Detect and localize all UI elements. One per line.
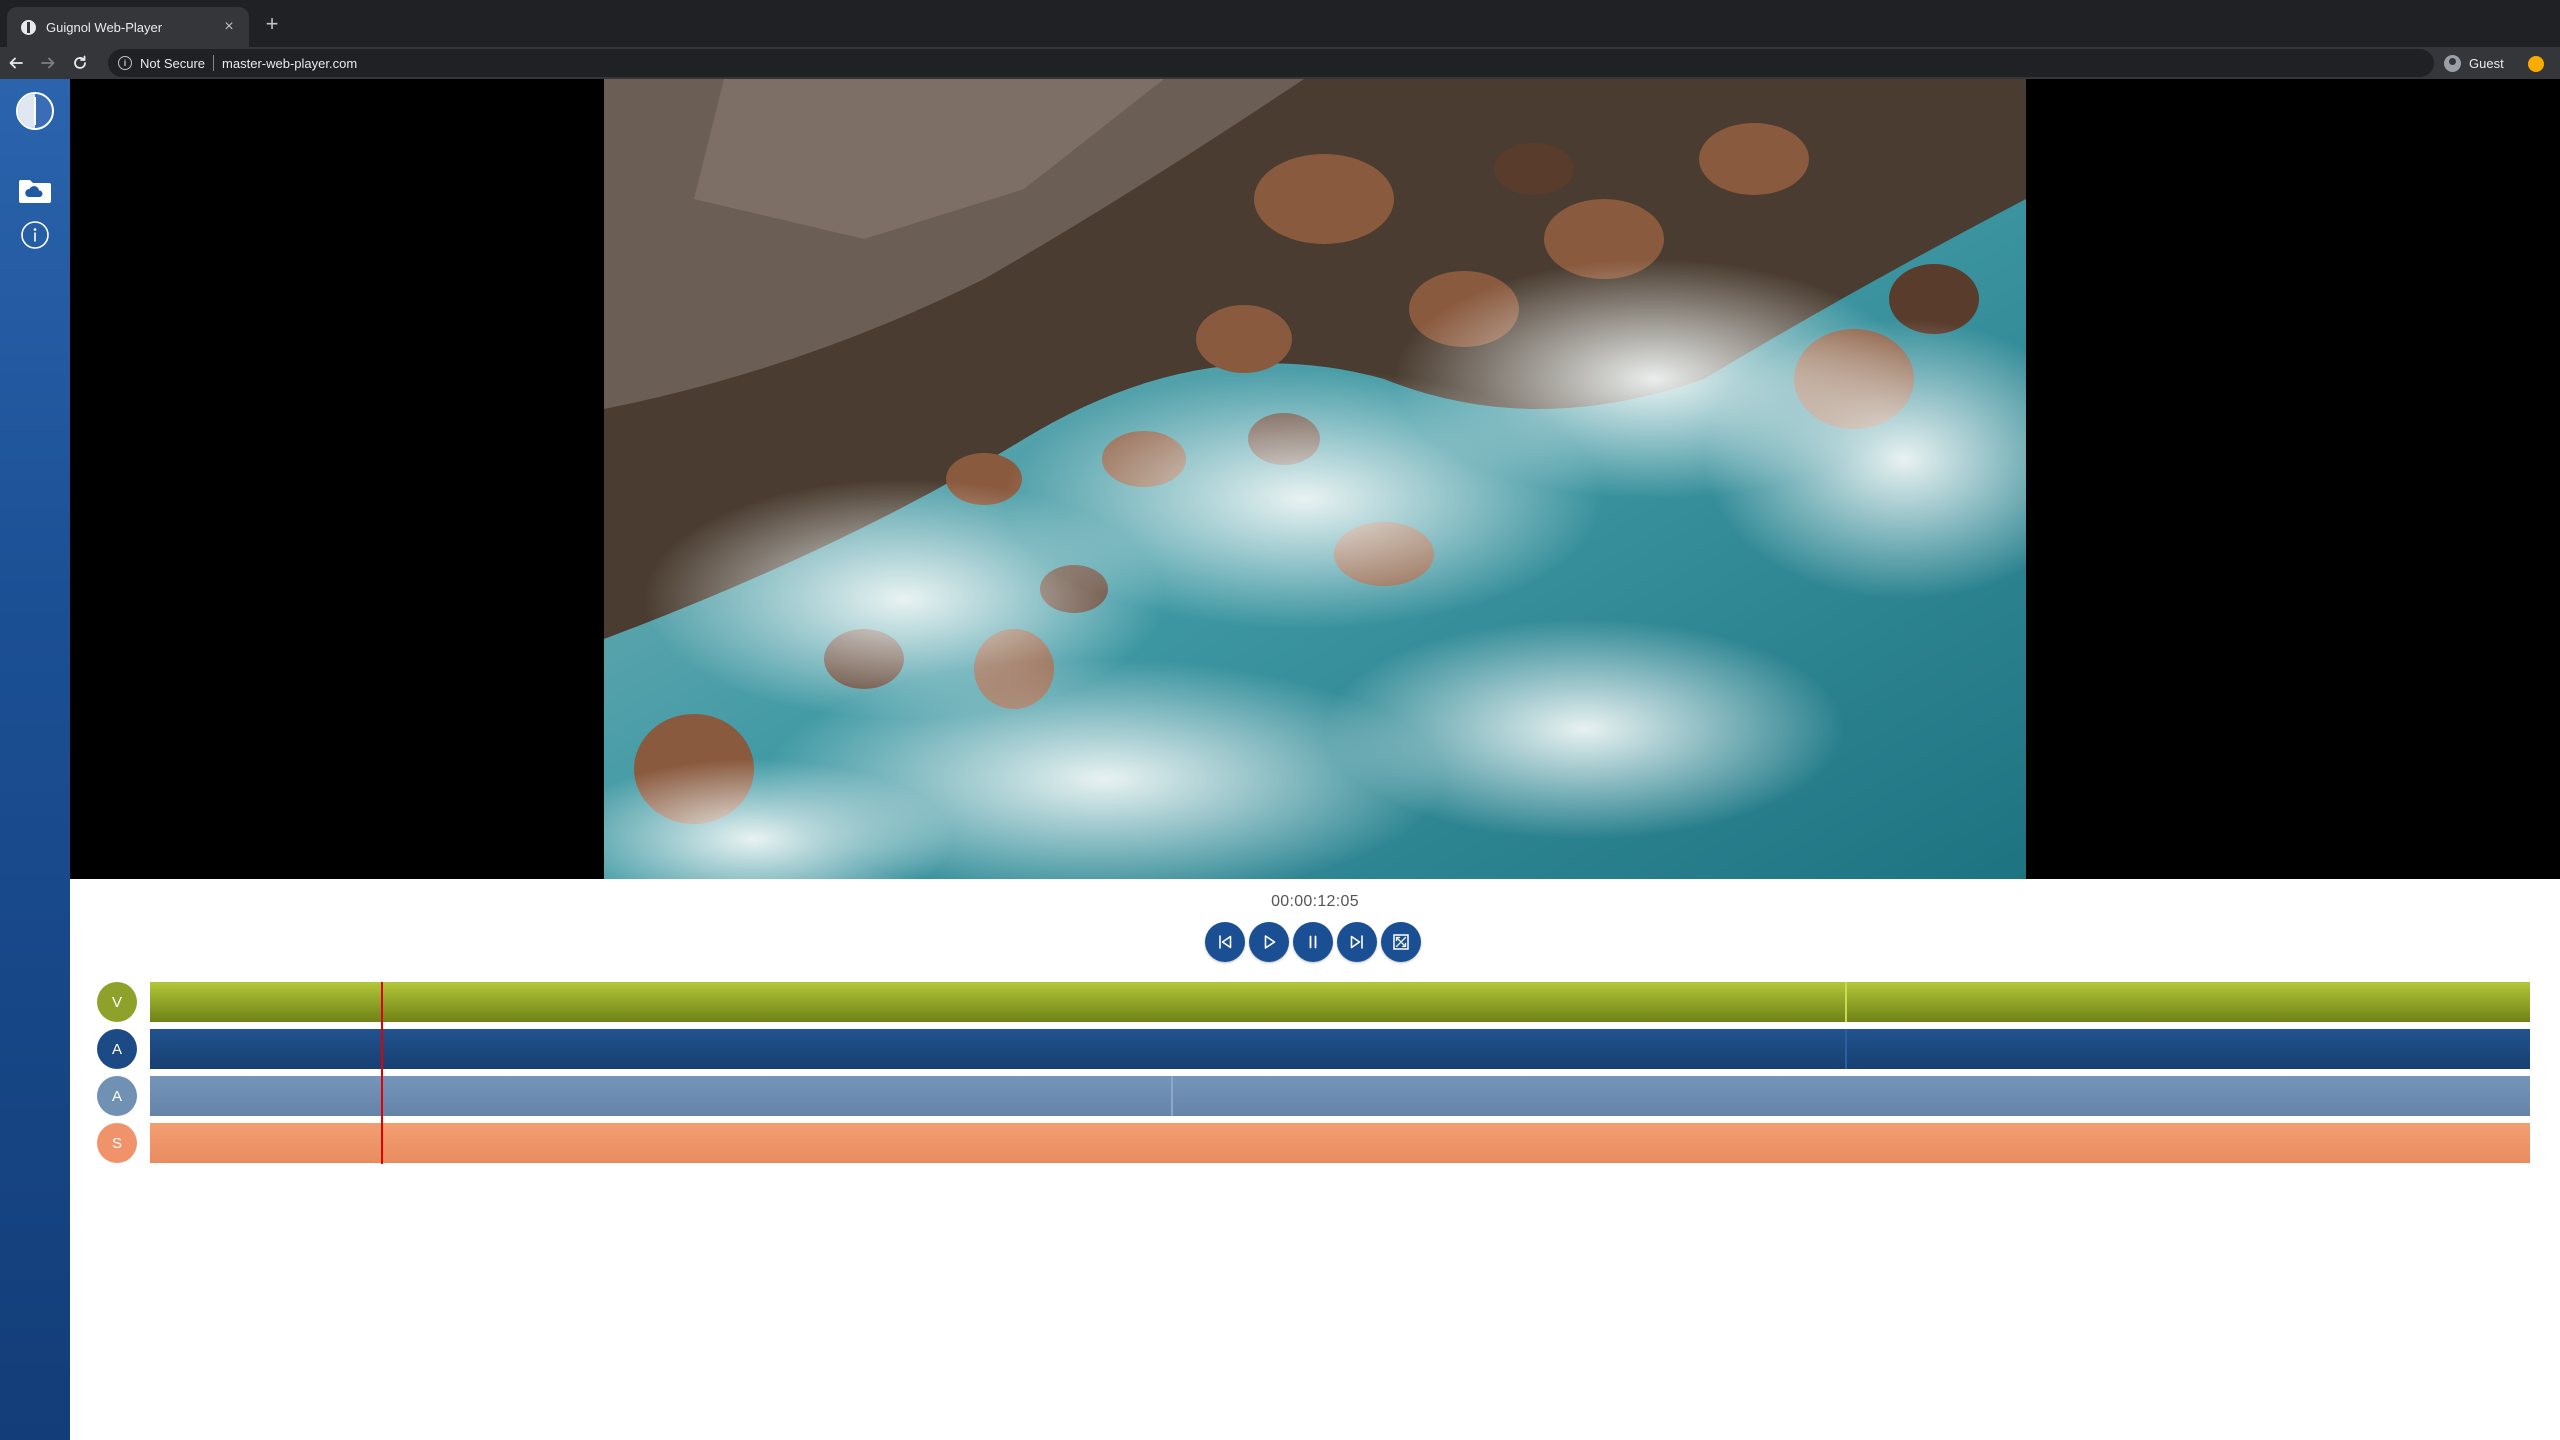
browser-tabstrip: Guignol Web-Player × + xyxy=(0,0,2560,47)
profile-avatar-icon xyxy=(2444,54,2461,72)
profile-label: Guest xyxy=(2469,55,2504,71)
audio-track-2: A xyxy=(97,1076,2530,1116)
segment-boundary xyxy=(1171,1076,1173,1116)
track-bar-video[interactable] xyxy=(150,982,2530,1022)
segment-boundary xyxy=(1845,982,1847,1022)
track-badge-subtitle[interactable]: S xyxy=(97,1123,137,1163)
timecode-display: 00:00:12:05 xyxy=(1271,893,1359,910)
address-bar[interactable]: i Not Secure master-web-player.com xyxy=(108,49,2434,77)
folder-cloud-icon xyxy=(19,180,51,203)
track-bar-audio-1[interactable] xyxy=(150,1029,2530,1069)
forward-button[interactable] xyxy=(32,47,64,79)
track-badge-audio-2[interactable]: A xyxy=(97,1076,137,1116)
transport-controls xyxy=(1205,922,1421,962)
previous-button[interactable] xyxy=(1205,922,1245,962)
video-frame-image xyxy=(604,79,2026,879)
subtitle-track: S xyxy=(97,1123,2530,1163)
next-button[interactable] xyxy=(1337,922,1377,962)
back-arrow-icon xyxy=(9,57,23,69)
info-button[interactable] xyxy=(0,215,70,255)
video-stage xyxy=(70,79,2560,879)
guignol-logo-icon[interactable] xyxy=(16,92,54,130)
track-badge-video[interactable]: V xyxy=(97,982,137,1022)
reload-button[interactable] xyxy=(64,47,96,79)
track-bar-subtitle[interactable] xyxy=(150,1123,2530,1163)
video-player[interactable] xyxy=(604,79,2026,879)
tab-title: Guignol Web-Player xyxy=(46,19,163,35)
forward-arrow-icon xyxy=(41,57,55,69)
info-icon xyxy=(21,221,49,249)
skip-back-icon xyxy=(1219,935,1232,949)
back-button[interactable] xyxy=(0,47,32,79)
open-file-button[interactable] xyxy=(0,171,70,211)
profile-button[interactable]: Guest xyxy=(2444,50,2504,76)
video-track: V xyxy=(97,982,2530,1022)
app-sidebar xyxy=(0,79,70,1440)
site-info-icon[interactable]: i xyxy=(118,56,132,70)
play-icon xyxy=(1264,935,1276,949)
extension-icon[interactable] xyxy=(2528,56,2544,72)
guignol-favicon-icon xyxy=(21,19,36,35)
playhead-marker[interactable] xyxy=(381,982,383,1164)
browser-toolbar: i Not Secure master-web-player.com Guest xyxy=(0,47,2560,79)
address-separator xyxy=(213,55,215,71)
reload-icon xyxy=(74,55,86,69)
tab-close-icon[interactable]: × xyxy=(219,18,239,36)
url-text[interactable]: master-web-player.com xyxy=(222,56,357,71)
play-button[interactable] xyxy=(1249,922,1289,962)
audio-track-1: A xyxy=(97,1029,2530,1069)
fullscreen-icon xyxy=(1393,934,1409,950)
fullscreen-button[interactable] xyxy=(1381,922,1421,962)
pause-icon xyxy=(1309,935,1317,949)
track-bar-audio-2[interactable] xyxy=(150,1076,2530,1116)
skip-forward-icon xyxy=(1350,935,1363,949)
new-tab-button[interactable]: + xyxy=(261,12,283,36)
segment-boundary xyxy=(1845,1029,1847,1069)
browser-tab[interactable]: Guignol Web-Player × xyxy=(7,7,249,47)
security-label[interactable]: Not Secure xyxy=(140,56,205,71)
track-badge-audio-1[interactable]: A xyxy=(97,1029,137,1069)
pause-button[interactable] xyxy=(1293,922,1333,962)
